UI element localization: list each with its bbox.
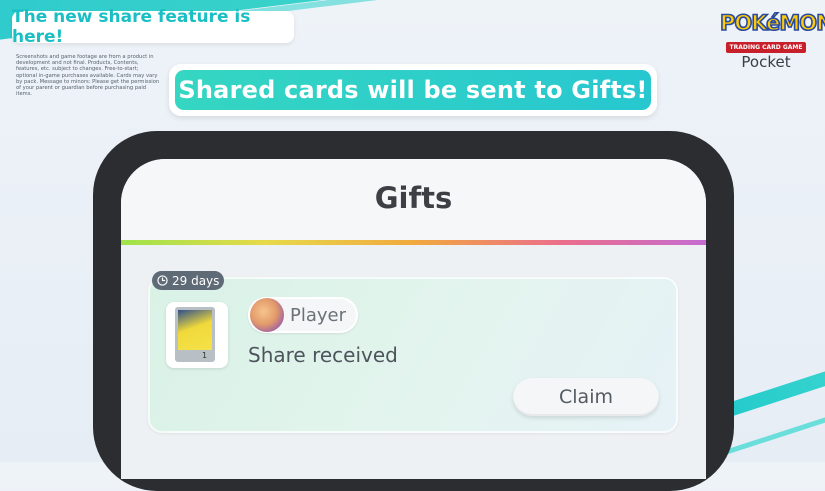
claim-button[interactable]: Claim [513,378,659,416]
pikachu-card-image: 1 [175,307,215,362]
gift-message: Share received [248,343,398,367]
headline-text: Shared cards will be sent to Gifts! [175,70,651,110]
avatar [250,298,284,332]
logo-subtitle: TRADING CARD GAME [725,42,807,53]
rainbow-divider [121,240,706,245]
headline-banner: Shared cards will be sent to Gifts! [169,64,657,116]
legal-disclaimer: Screenshots and game footage are from a … [16,54,160,98]
card-artwork [178,310,212,350]
sender-name: Player [290,305,347,326]
logo-brand: POKéMON [719,11,825,35]
pokemon-tcg-pocket-logo: POKéMON TRADING CARD GAME Pocket [719,11,825,76]
expiry-text: 29 days [172,273,220,288]
page-title: Gifts [374,181,453,215]
clock-icon [157,275,168,286]
card-count: 1 [202,351,208,360]
logo-product: Pocket [741,53,791,71]
expiry-badge: 29 days [152,271,224,290]
feature-banner: The new share feature is here! [12,7,294,47]
